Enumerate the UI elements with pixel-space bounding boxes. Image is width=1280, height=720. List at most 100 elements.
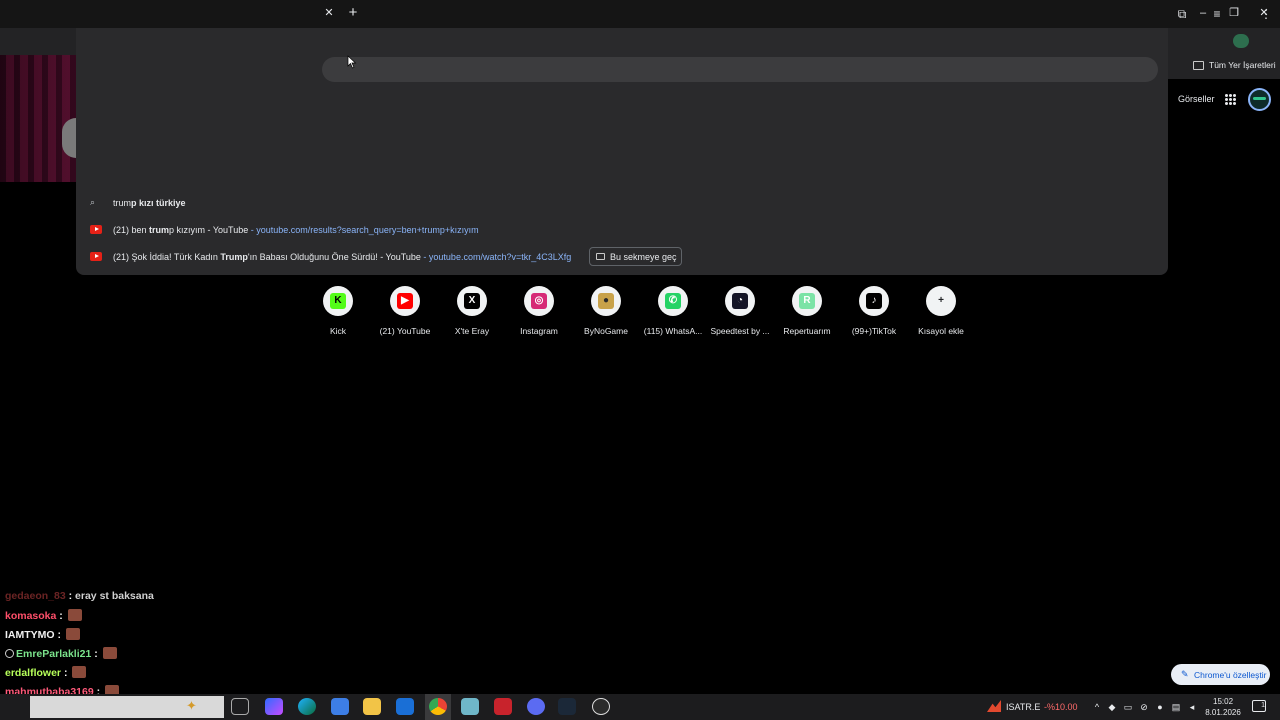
- chat-emote-icon: [72, 666, 87, 678]
- shortcut-circle: ▶: [390, 286, 420, 316]
- shortcut-tile[interactable]: X X'te Eray: [439, 286, 505, 342]
- shortcut-tile[interactable]: R Repertuarım: [774, 286, 840, 342]
- chat-emote-icon: [102, 647, 117, 659]
- chrome-icon[interactable]: [429, 698, 447, 715]
- shortcut-label: Kısayol ekle: [918, 326, 964, 336]
- suggestion-search[interactable]: ⌕ trump kızı türkiye: [90, 192, 1160, 214]
- suggestion-text: trum: [113, 198, 131, 208]
- steam-icon[interactable]: [558, 698, 576, 715]
- shortcut-tile[interactable]: K Kick: [305, 286, 371, 342]
- shortcut-tile[interactable]: ♪ (99+)TikTok: [841, 286, 907, 342]
- tray-app-icon[interactable]: ◆: [1106, 701, 1118, 713]
- shortcut-label: Instagram: [520, 326, 558, 336]
- chrome-menu-icon[interactable]: ⋮: [1257, 5, 1275, 23]
- shortcut-tile[interactable]: ◔ Speedtest by ...: [707, 286, 773, 342]
- shortcut-tile[interactable]: + Kısayol ekle: [908, 286, 974, 342]
- voice-app-icon[interactable]: [494, 698, 512, 715]
- mouse-cursor-icon: [347, 55, 357, 69]
- tab-close-icon[interactable]: ✕: [322, 5, 336, 21]
- shortcut-icon: R: [799, 293, 815, 309]
- shortcut-icon: ▶: [397, 293, 413, 309]
- switch-to-tab-button[interactable]: Bu sekmeye geç: [589, 247, 682, 266]
- tray-muted-icon[interactable]: ⊘: [1138, 701, 1150, 713]
- shortcut-circle: ●: [591, 286, 621, 316]
- store-icon[interactable]: [331, 698, 349, 715]
- shortcut-circle: R: [792, 286, 822, 316]
- taskbar-search-box[interactable]: ✦: [30, 696, 224, 718]
- suggestion-text-end: p kızıyım - YouTube: [169, 225, 249, 235]
- images-link[interactable]: Görseller: [1178, 94, 1215, 104]
- all-bookmarks-button[interactable]: Tüm Yer İşaretleri: [1209, 60, 1276, 70]
- shortcut-circle: K: [323, 286, 353, 316]
- task-view-icon[interactable]: [231, 698, 249, 715]
- shortcut-tile[interactable]: ✆ (115) WhatsA...: [640, 286, 706, 342]
- suggestion-url: - youtube.com/results?search_query=ben+t…: [248, 225, 479, 235]
- obs-icon[interactable]: [592, 698, 610, 715]
- shortcut-icon: ♪: [866, 293, 882, 309]
- suggestion-text: (21) ben: [113, 225, 150, 235]
- chat-message: komasoka :: [5, 609, 82, 625]
- suggestion-bold: trum: [149, 225, 170, 235]
- suggestion-bold: Trump: [220, 252, 248, 262]
- address-bar-input[interactable]: [322, 57, 1158, 82]
- suggestion-url: - youtube.com/watch?v=tkr_4C3LXfg: [420, 252, 572, 262]
- suggestion-youtube-2[interactable]: (21) Şok İddia! Türk Kadın Trump'ın Baba…: [90, 246, 586, 268]
- suggestion-youtube-1[interactable]: (21) ben trump kızıyım - YouTube - youtu…: [90, 219, 1160, 241]
- suggestion-bold: p kızı türkiye: [131, 198, 186, 208]
- file-explorer-icon[interactable]: [363, 698, 381, 715]
- chat-username: erdalflower: [5, 667, 62, 679]
- shortcut-circle: ✆: [658, 286, 688, 316]
- extension-avatar-icon[interactable]: [1233, 34, 1249, 48]
- shortcut-label: Repertuarım: [783, 326, 831, 336]
- chat-username: gedaeon_83: [5, 590, 66, 602]
- copilot-icon[interactable]: [265, 698, 283, 715]
- suggestion-text: (21) Şok İddia! Türk Kadın: [113, 252, 221, 262]
- bookmarks-folder-icon: [1193, 61, 1204, 70]
- discord-icon[interactable]: [527, 698, 545, 715]
- media-controls-icon[interactable]: ≡: [1208, 5, 1226, 23]
- youtube-icon: [90, 252, 102, 261]
- tray-network-icon[interactable]: ▤: [1170, 701, 1182, 713]
- tray-chevron-icon[interactable]: ^: [1091, 701, 1103, 713]
- clock-time[interactable]: 15:02: [1213, 697, 1233, 706]
- account-avatar[interactable]: [1248, 88, 1271, 111]
- shortcut-icon: ●: [598, 293, 614, 309]
- shortcut-label: X'te Eray: [454, 326, 490, 336]
- chat-message: gedaeon_83 : eray st baksana: [5, 590, 154, 606]
- shortcut-tile[interactable]: ◎ Instagram: [506, 286, 572, 342]
- shortcut-tile[interactable]: ● ByNoGame: [573, 286, 639, 342]
- chat-separator: :: [56, 610, 66, 622]
- stock-change: -%10.00: [1044, 702, 1078, 712]
- extensions-icon[interactable]: ⧉: [1173, 5, 1191, 23]
- chat-username: EmreParlakli21: [16, 648, 92, 660]
- chat-emote-icon: [67, 609, 82, 621]
- chat-username: komasoka: [5, 610, 57, 622]
- new-tab-icon[interactable]: +: [346, 4, 360, 22]
- shortcut-icon: X: [464, 293, 480, 309]
- edge-icon[interactable]: [298, 698, 316, 715]
- shortcut-circle: ♪: [859, 286, 889, 316]
- google-apps-icon[interactable]: [1225, 94, 1236, 105]
- tray-display-icon[interactable]: ▭: [1122, 701, 1134, 713]
- chat-separator: :: [54, 629, 64, 641]
- customize-chrome-label: Chrome'u özelleştir: [1194, 670, 1267, 680]
- tray-microphone-icon[interactable]: ●: [1154, 701, 1166, 713]
- tab-icon: [596, 253, 605, 260]
- restore-button[interactable]: ❐: [1224, 4, 1244, 22]
- shortcut-label: Speedtest by ...: [710, 326, 770, 336]
- pencil-icon: ✎: [1181, 669, 1189, 679]
- shortcut-circle: ◔: [725, 286, 755, 316]
- notepad-icon[interactable]: [461, 698, 479, 715]
- shortcut-tile[interactable]: ▶ (21) YouTube: [372, 286, 438, 342]
- stock-ticker[interactable]: ISATR.E: [1006, 702, 1040, 712]
- shortcut-circle: ◎: [524, 286, 554, 316]
- suggestion-text-end: 'ın Babası Olduğunu Öne Sürdü! - YouTube: [247, 252, 421, 262]
- shortcut-icon: ◔: [732, 293, 748, 309]
- tray-volume-icon[interactable]: ◂: [1186, 701, 1198, 713]
- notifications-icon[interactable]: 1: [1252, 700, 1266, 712]
- customize-chrome-button[interactable]: ✎ Chrome'u özelleştir: [1171, 664, 1270, 685]
- clock-date[interactable]: 8.01.2026: [1205, 708, 1241, 717]
- shortcut-icon: +: [938, 295, 944, 306]
- chat-separator: :: [65, 590, 76, 602]
- outlook-icon[interactable]: [396, 698, 414, 715]
